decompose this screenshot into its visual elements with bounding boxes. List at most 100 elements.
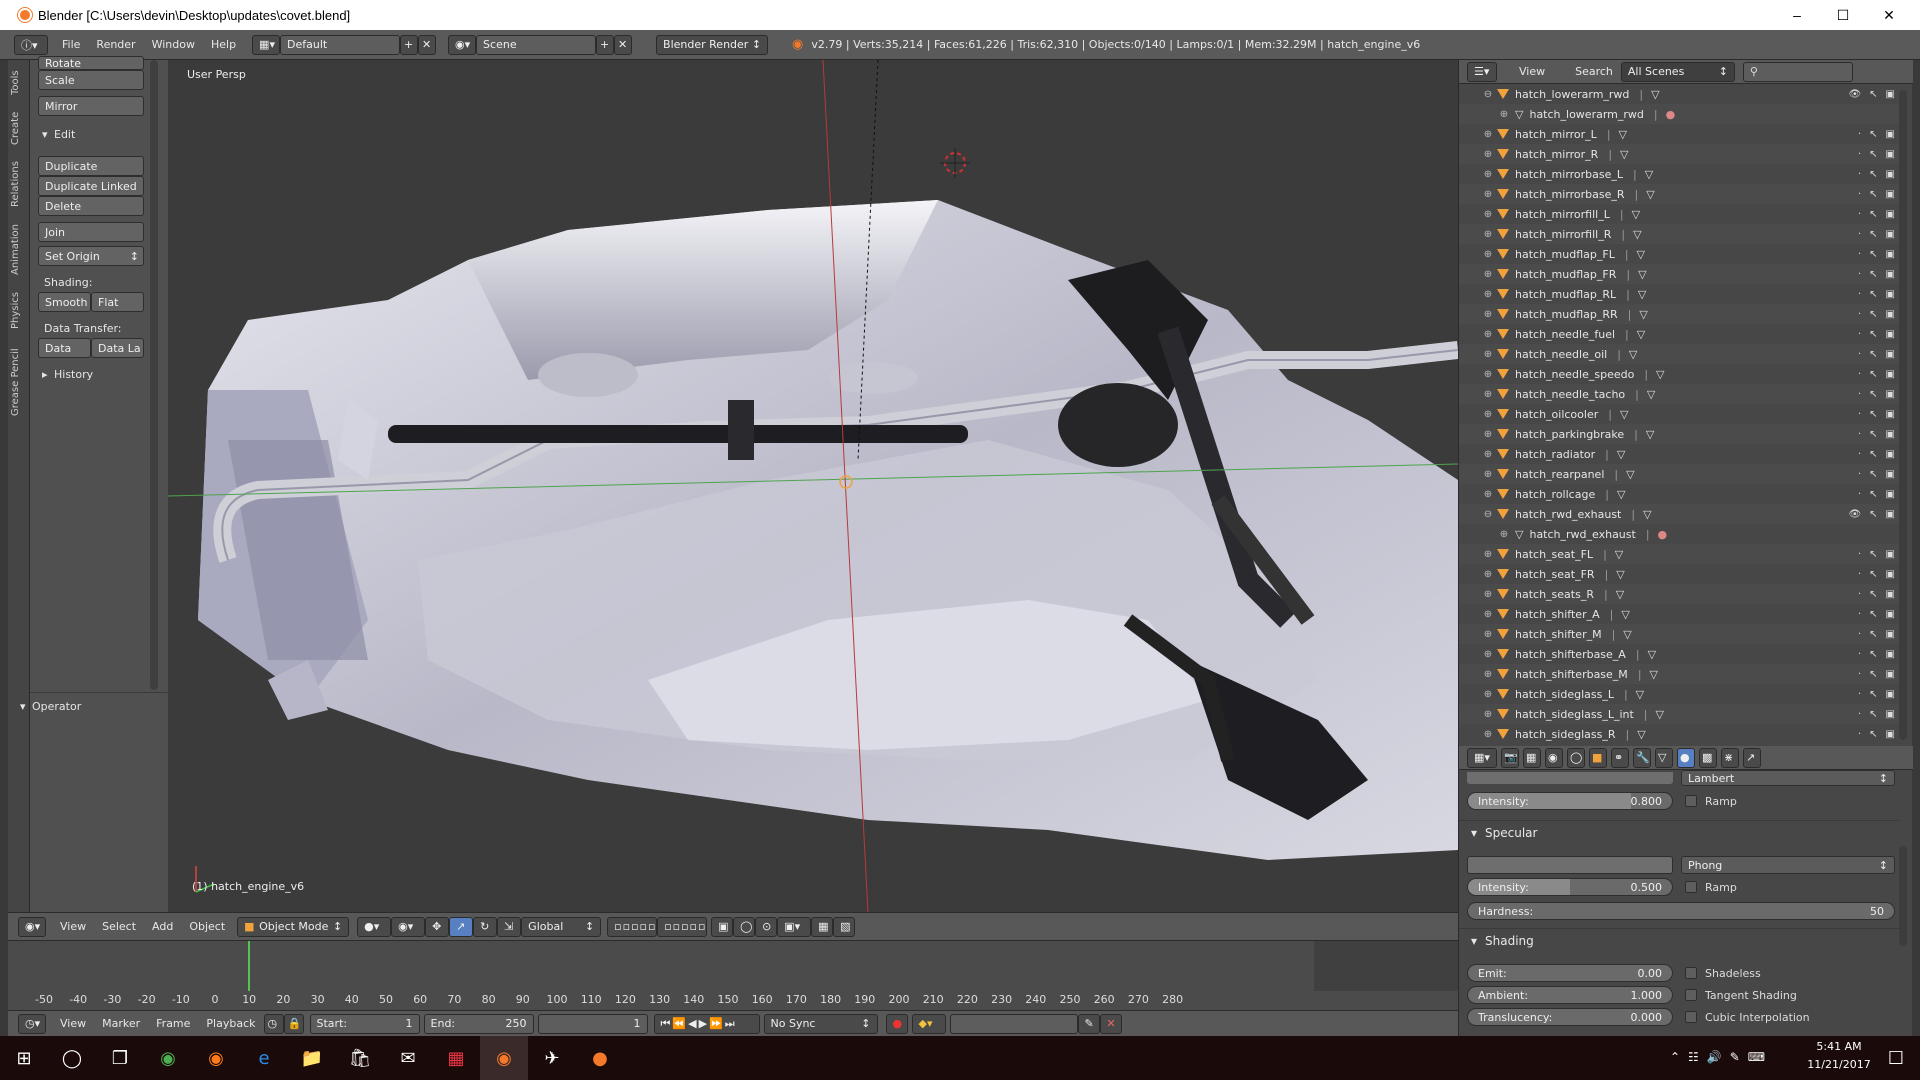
playback-controls[interactable]: ⏮⏪◀▶⏩⏭ [653, 1013, 760, 1034]
specular-ramp-checkbox[interactable] [1685, 881, 1697, 893]
app-icon-3[interactable]: ● [576, 1036, 624, 1080]
render-camera-icon[interactable]: ▣ [1886, 369, 1895, 380]
visibility-eye-icon[interactable]: · [1858, 449, 1861, 460]
outliner-row[interactable]: ⊕ hatch_mirrorbase_R | ▽ · ↖ ▣ [1459, 184, 1899, 204]
cortana-search-icon[interactable]: ◯ [48, 1036, 96, 1080]
visibility-eye-icon[interactable]: · [1858, 369, 1861, 380]
operator-collapse-icon[interactable]: ▾ [20, 700, 26, 713]
render-camera-icon[interactable]: ▣ [1886, 429, 1895, 440]
outliner-row[interactable]: ⊕ hatch_radiator | ▽ · ↖ ▣ [1459, 444, 1899, 464]
specular-shader-select[interactable]: Phong ↕ [1681, 856, 1895, 874]
menu-playback[interactable]: Playback [198, 1017, 263, 1030]
selectability-arrow-icon[interactable]: ↖ [1869, 229, 1877, 240]
expand-icon[interactable]: ⊕ [1483, 489, 1493, 500]
render-camera-icon[interactable]: ▣ [1886, 289, 1895, 300]
expand-icon[interactable]: ⊕ [1483, 589, 1493, 600]
specular-panel-header[interactable]: Specular [1485, 826, 1537, 840]
selectability-arrow-icon[interactable]: ↖ [1869, 289, 1877, 300]
selectability-arrow-icon[interactable]: ↖ [1869, 469, 1877, 480]
transform-orientation-select[interactable]: Global ↕ [521, 916, 602, 937]
expand-icon[interactable]: ⊕ [1483, 349, 1493, 360]
tab-animation[interactable]: Animation [10, 220, 28, 280]
menu-view[interactable]: View [52, 920, 94, 933]
menu-select[interactable]: Select [94, 920, 144, 933]
visibility-eye-icon[interactable]: · [1858, 229, 1861, 240]
render-engine-select[interactable]: Blender Render ↕ [656, 34, 769, 55]
shadeless-checkbox[interactable] [1685, 967, 1697, 979]
opengl-render-icon[interactable]: ▦ [811, 916, 834, 937]
render-camera-icon[interactable]: ▣ [1886, 189, 1895, 200]
render-camera-icon[interactable]: ▣ [1886, 729, 1895, 740]
diffuse-intensity-slider[interactable]: Intensity: 0.800 [1467, 792, 1673, 810]
clock-date[interactable]: 11/21/2017 [1804, 1058, 1874, 1071]
render-animation-icon[interactable]: ▧ [833, 916, 856, 937]
expand-icon[interactable]: ⊕ [1499, 109, 1509, 120]
outliner-row[interactable]: ⊕ hatch_mirrorbase_L | ▽ · ↖ ▣ [1459, 164, 1899, 184]
outliner-row[interactable]: ⊕ hatch_seat_FR | ▽ · ↖ ▣ [1459, 564, 1899, 584]
delete-button[interactable]: Delete [38, 196, 144, 216]
tab-relations[interactable]: Relations [10, 156, 28, 212]
translate-manipulator-icon[interactable]: ↗ [449, 916, 474, 937]
task-view-icon[interactable]: ❐ [96, 1036, 144, 1080]
file-explorer-icon[interactable]: 📁 [288, 1036, 336, 1080]
3d-viewport[interactable]: User Persp (1) hatch_engine_v6 [168, 60, 1458, 912]
system-tray-icons[interactable]: ⌃☷🔊✎⌨ [1670, 1050, 1773, 1064]
render-camera-icon[interactable]: ▣ [1886, 149, 1895, 160]
physics-tab-icon[interactable]: ↗ [1743, 747, 1761, 768]
menu-add[interactable]: Add [144, 920, 181, 933]
specular-color-swatch[interactable] [1467, 856, 1673, 874]
render-camera-icon[interactable]: ▣ [1886, 509, 1895, 520]
lock-layers-icon[interactable]: ▣ [711, 916, 734, 937]
menu-file[interactable]: File [54, 38, 88, 51]
visibility-eye-icon[interactable]: · [1858, 669, 1861, 680]
preview-range-icon[interactable]: ◷ [263, 1013, 284, 1034]
expand-icon[interactable]: ⊕ [1483, 389, 1493, 400]
visibility-eye-icon[interactable]: · [1858, 589, 1861, 600]
render-camera-icon[interactable]: ▣ [1886, 669, 1895, 680]
menu-view[interactable]: View [1511, 65, 1553, 78]
expand-icon[interactable]: ⊕ [1483, 649, 1493, 660]
collapse-icon[interactable]: ⊖ [1483, 89, 1493, 100]
properties-scrollbar[interactable] [1899, 846, 1907, 946]
expand-icon[interactable]: ⊕ [1483, 289, 1493, 300]
outliner-row[interactable]: ⊕ hatch_mirror_L | ▽ · ↖ ▣ [1459, 124, 1899, 144]
windows-start-icon[interactable]: ⊞ [0, 1036, 48, 1080]
outliner-scrollbar[interactable] [1899, 90, 1907, 740]
render-camera-icon[interactable]: ▣ [1886, 389, 1895, 400]
render-camera-icon[interactable]: ▣ [1886, 89, 1895, 100]
selectability-arrow-icon[interactable]: ↖ [1869, 549, 1877, 560]
object-tab-icon[interactable]: ■ [1589, 747, 1607, 768]
data-layout-button[interactable]: Data La [91, 338, 144, 358]
scene-field[interactable]: Scene [476, 34, 597, 55]
selectability-arrow-icon[interactable]: ↖ [1869, 609, 1877, 620]
expand-icon[interactable]: ⊕ [1483, 729, 1493, 740]
render-camera-icon[interactable]: ▣ [1886, 569, 1895, 580]
start-frame-field[interactable]: Start: 1 [309, 1013, 420, 1034]
render-tab-icon[interactable]: 📷 [1501, 747, 1519, 768]
expand-icon[interactable]: ⊕ [1483, 429, 1493, 440]
viewport-shading-icon[interactable]: ●▾ [357, 916, 392, 937]
tab-grease-pencil[interactable]: Grease Pencil [10, 342, 28, 422]
expand-icon[interactable]: ⊕ [1483, 209, 1493, 220]
tab-physics[interactable]: Physics [10, 288, 28, 334]
visibility-eye-icon[interactable]: · [1858, 649, 1861, 660]
outliner-row[interactable]: ⊕ hatch_sideglass_R | ▽ · ↖ ▣ [1459, 724, 1899, 744]
data-button[interactable]: Data [38, 338, 91, 358]
selectability-arrow-icon[interactable]: ↖ [1869, 369, 1877, 380]
visibility-eye-icon[interactable]: · [1858, 389, 1861, 400]
shelf-scrollbar[interactable] [150, 60, 158, 690]
flat-button[interactable]: Flat [91, 292, 144, 312]
visibility-eye-icon[interactable]: · [1858, 169, 1861, 180]
set-origin-select[interactable]: Set Origin ↕ [38, 246, 144, 266]
scene-add-icon[interactable]: + [596, 34, 615, 55]
outliner-row[interactable]: ⊕ ▽ hatch_rwd_exhaust | ● [1459, 524, 1899, 544]
texture-tab-icon[interactable]: ▩ [1699, 747, 1717, 768]
ambient-field[interactable]: Ambient: 1.000 [1467, 986, 1673, 1004]
layer-buttons-1[interactable]: ▫▫▫▫▫ [607, 916, 658, 937]
expand-icon[interactable]: ⊕ [1483, 129, 1493, 140]
selectability-arrow-icon[interactable]: ↖ [1869, 569, 1877, 580]
selectability-arrow-icon[interactable]: ↖ [1869, 409, 1877, 420]
render-camera-icon[interactable]: ▣ [1886, 489, 1895, 500]
menu-search[interactable]: Search [1567, 65, 1621, 78]
outliner-row[interactable]: ⊕ hatch_mirrorfill_R | ▽ · ↖ ▣ [1459, 224, 1899, 244]
